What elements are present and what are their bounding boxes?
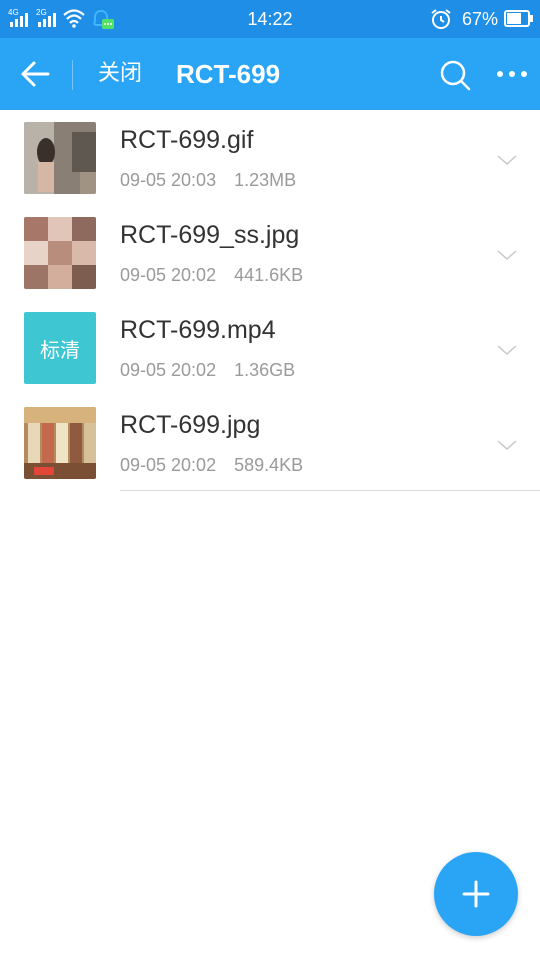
app-bar-divider [72,60,73,90]
file-row[interactable]: RCT-699_ss.jpg 09-05 20:02 441.6KB [0,205,540,300]
file-meta: 09-05 20:02 1.36GB [120,360,295,381]
file-row[interactable]: RCT-699.jpg 09-05 20:02 589.4KB [0,395,540,490]
file-date: 09-05 20:02 [120,455,217,475]
battery-percent: 67% [461,9,498,29]
file-name: RCT-699_ss.jpg [120,221,300,249]
file-meta: 09-05 20:02 589.4KB [120,455,303,476]
app-bar: 关闭 RCT-699 [0,38,540,110]
chevron-down-icon[interactable] [496,344,518,356]
chevron-down-icon[interactable] [496,249,518,261]
file-date: 09-05 20:02 [120,360,217,380]
status-bar: 4G 2G 14:22 67% [0,0,540,38]
search-icon[interactable] [438,58,472,92]
file-meta: 09-05 20:02 441.6KB [120,265,303,286]
file-row[interactable]: 标清 RCT-699.mp4 09-05 20:02 1.36GB [0,300,540,395]
page-title: RCT-699 [176,59,281,89]
file-meta: 09-05 20:03 1.23MB [120,170,296,191]
file-name: RCT-699.gif [120,126,254,154]
more-options-icon[interactable] [496,68,528,80]
battery-icon [504,10,533,27]
file-size: 441.6KB [234,265,304,285]
add-button[interactable] [434,852,518,936]
file-date: 09-05 20:02 [120,265,217,285]
status-time: 14:22 [247,9,293,29]
list-divider [120,490,540,491]
close-button[interactable]: 关闭 [98,60,142,88]
file-row[interactable]: RCT-699.gif 09-05 20:03 1.23MB [0,110,540,205]
file-thumbnail [24,407,96,479]
file-size: 589.4KB [234,455,304,475]
file-name: RCT-699.mp4 [120,316,276,344]
file-thumbnail [24,217,96,289]
file-size: 1.36GB [234,360,296,380]
plus-icon [462,880,490,908]
alarm-icon [431,9,451,29]
chevron-down-icon[interactable] [496,154,518,166]
chevron-down-icon[interactable] [496,439,518,451]
file-list: RCT-699.gif 09-05 20:03 1.23MB RCT-699_ss… [0,110,540,490]
file-name: RCT-699.jpg [120,411,261,439]
video-quality-label: 标清 [40,337,80,362]
back-arrow-icon[interactable] [18,58,54,90]
video-thumbnail: 标清 [24,312,96,384]
file-size: 1.23MB [234,170,297,190]
file-thumbnail [24,122,96,194]
file-date: 09-05 20:03 [120,170,217,190]
